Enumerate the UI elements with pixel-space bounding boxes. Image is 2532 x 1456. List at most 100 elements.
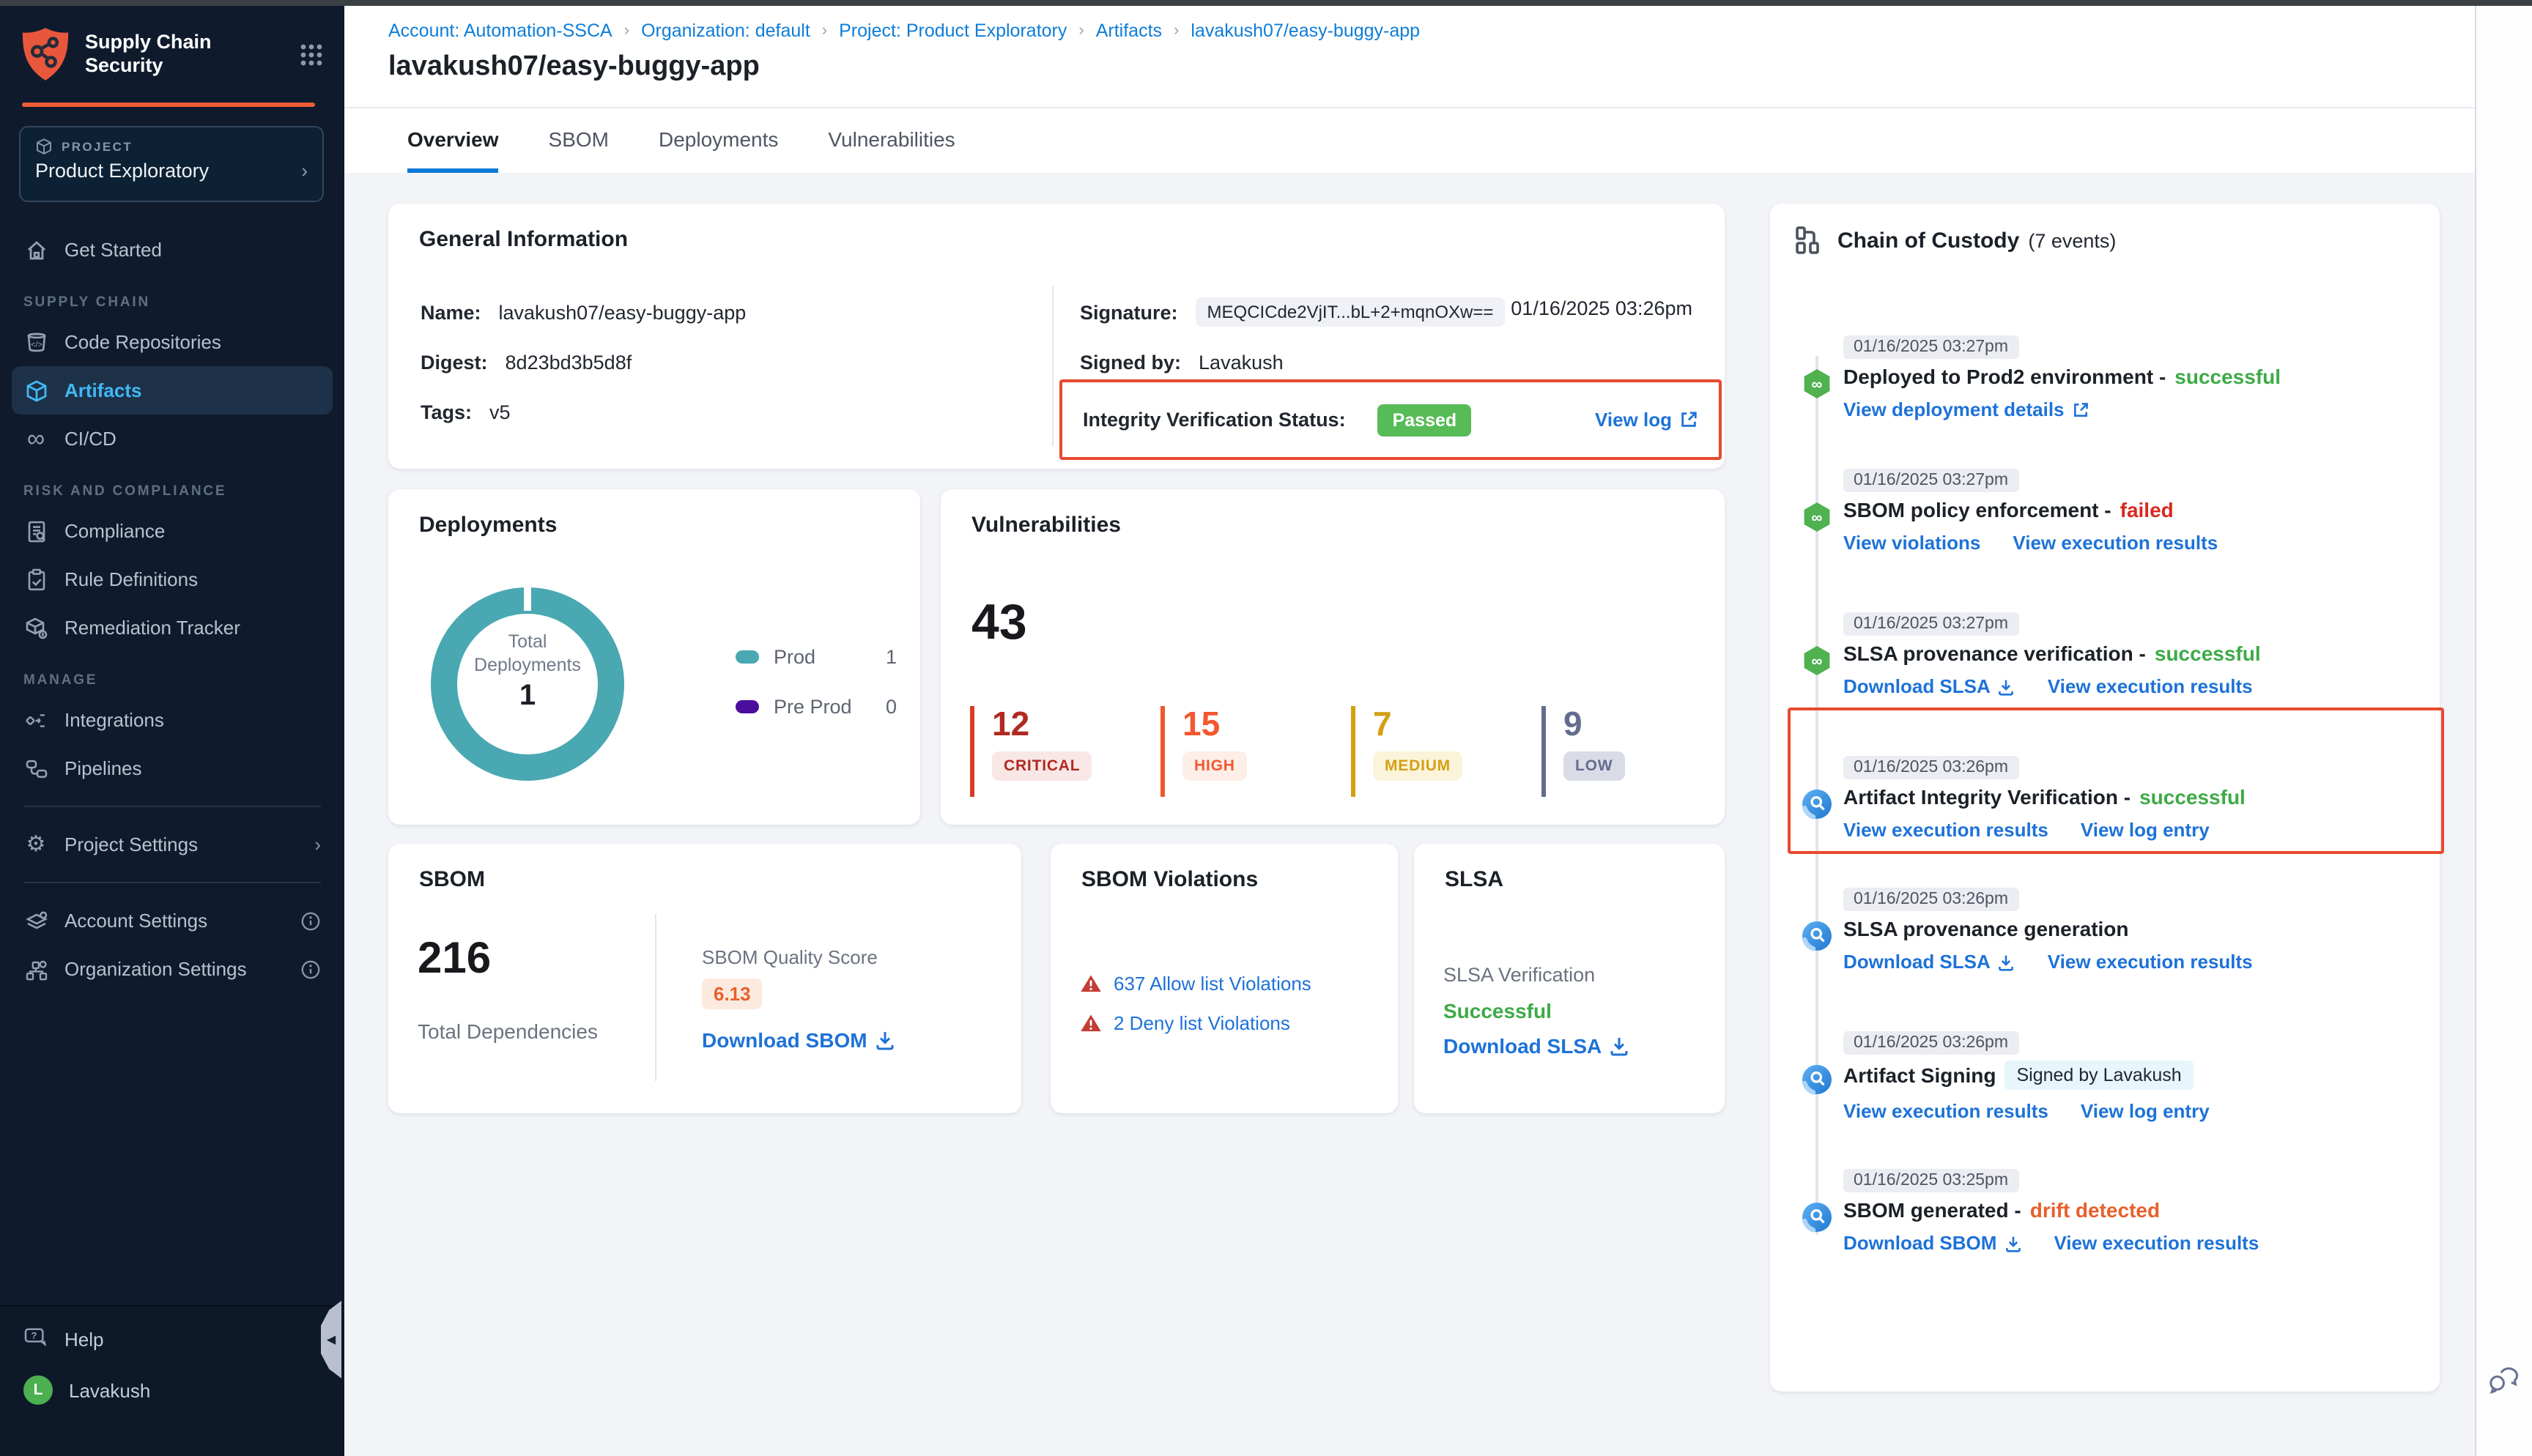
ssca-circle-icon xyxy=(1801,920,1833,952)
digest-row: Digest: 8d23bd3b5d8f xyxy=(421,347,632,376)
view-log-link[interactable]: View log xyxy=(1595,409,1698,431)
info-icon[interactable] xyxy=(300,910,321,931)
browser-chrome-bar xyxy=(0,0,2532,6)
sidebar-item-rule-definitions[interactable]: Rule Definitions xyxy=(0,555,344,603)
sidebar-item-compliance[interactable]: Compliance xyxy=(0,507,344,555)
compliance-doc-icon xyxy=(23,519,48,543)
download-slsa-link[interactable]: Download SLSA xyxy=(1443,1034,1629,1058)
download-icon xyxy=(1609,1036,1629,1056)
breadcrumb-organization[interactable]: Organization: default xyxy=(641,21,810,41)
legend-item-pre-prod: Pre Prod 0 xyxy=(736,696,897,716)
download-slsa-link[interactable]: Download SLSA xyxy=(1843,675,2015,697)
project-selector[interactable]: PROJECT Product Exploratory › xyxy=(19,126,324,202)
prod-swatch xyxy=(736,650,759,663)
donut-center-label: Total Deployments 1 xyxy=(440,630,615,713)
user-menu[interactable]: L Lavakush xyxy=(0,1352,344,1405)
sidebar-item-organization-settings[interactable]: Organization Settings xyxy=(0,945,344,993)
chevron-right-icon: › xyxy=(314,833,321,855)
event-slsa-provenance-generation: 01/16/2025 03:26pm SLSA provenance gener… xyxy=(1770,885,2440,973)
warning-triangle-icon xyxy=(1080,974,1102,993)
allow-list-violations-link[interactable]: 637 Allow list Violations xyxy=(1114,973,1311,995)
integrity-status-highlight-box: Integrity Verification Status: Passed Vi… xyxy=(1059,379,1722,460)
critical-badge: CRITICAL xyxy=(992,751,1092,781)
view-violations-link[interactable]: View violations xyxy=(1843,532,1980,554)
avatar: L xyxy=(23,1375,53,1405)
view-execution-results-link[interactable]: View execution results xyxy=(2048,951,2253,973)
vulnerabilities-card: Vulnerabilities 43 12 CRITICAL 15 HIGH 7… xyxy=(941,489,1725,825)
download-slsa-link[interactable]: Download SLSA xyxy=(1843,951,2015,973)
sidebar-item-account-settings[interactable]: Account Settings xyxy=(0,896,344,945)
view-execution-results-link[interactable]: View execution results xyxy=(1843,1100,2048,1122)
deny-list-violations-link[interactable]: 2 Deny list Violations xyxy=(1114,1012,1290,1034)
view-deployment-details-link[interactable]: View deployment details xyxy=(1843,398,2089,420)
sidebar-item-code-repositories[interactable]: </> Code Repositories xyxy=(0,318,344,366)
download-sbom-link[interactable]: Download SBOM xyxy=(702,1028,895,1052)
view-execution-results-link[interactable]: View execution results xyxy=(2013,532,2218,554)
chain-of-custody-header: Chain of Custody (7 events) xyxy=(1793,226,2116,255)
cd-hexagon-icon: ∞ xyxy=(1801,501,1833,533)
app-title: Supply Chain Security xyxy=(85,31,299,78)
event-timestamp: 01/16/2025 03:27pm xyxy=(1843,469,2018,492)
tab-sbom[interactable]: SBOM xyxy=(549,107,609,173)
warning-triangle-icon xyxy=(1080,1014,1102,1033)
divider xyxy=(23,806,321,807)
view-log-entry-link[interactable]: View log entry xyxy=(2081,819,2210,841)
infinity-icon: ∞ xyxy=(23,426,48,451)
help-button[interactable]: ? Help xyxy=(0,1307,344,1352)
sidebar-item-project-settings[interactable]: ⚙ Project Settings › xyxy=(0,820,344,869)
main-content: General Information Name: lavakush07/eas… xyxy=(344,173,2475,1456)
breadcrumb-project[interactable]: Project: Product Exploratory xyxy=(839,21,1067,41)
artifact-name: lavakush07/easy-buggy-app xyxy=(499,301,747,323)
project-name: Product Exploratory xyxy=(35,160,301,182)
svg-text:∞: ∞ xyxy=(1812,510,1823,527)
low-count: 9 xyxy=(1563,706,1624,741)
view-execution-results-link[interactable]: View execution results xyxy=(1843,819,2048,841)
event-timestamp: 01/16/2025 03:27pm xyxy=(1843,612,2018,636)
sidebar-footer: ? Help L Lavakush xyxy=(0,1305,344,1456)
event-slsa-provenance-verification: 01/16/2025 03:27pm ∞ SLSA provenance ver… xyxy=(1770,609,2440,697)
view-execution-results-link[interactable]: View execution results xyxy=(2048,675,2253,697)
chain-of-custody-icon xyxy=(1793,226,1823,255)
breadcrumb-account[interactable]: Account: Automation-SSCA xyxy=(388,21,612,41)
chain-of-custody-card: Chain of Custody (7 events) 01/16/2025 0… xyxy=(1770,204,2440,1392)
tab-overview[interactable]: Overview xyxy=(407,107,499,173)
account-settings-icon xyxy=(23,908,48,933)
event-timestamp: 01/16/2025 03:26pm xyxy=(1843,756,2018,779)
sidebar-item-integrations[interactable]: Integrations xyxy=(0,696,344,744)
sidebar-item-artifacts[interactable]: Artifacts xyxy=(12,366,333,415)
sidebar-nav: Get Started SUPPLY CHAIN </> Code Reposi… xyxy=(0,226,344,993)
sidebar-item-get-started[interactable]: Get Started xyxy=(0,226,344,274)
event-sbom-policy-enforcement: 01/16/2025 03:27pm ∞ SBOM policy enforce… xyxy=(1770,466,2440,554)
home-icon xyxy=(23,237,48,262)
breadcrumb-artifacts[interactable]: Artifacts xyxy=(1096,21,1162,41)
artifact-tags: v5 xyxy=(489,401,511,423)
medium-count: 7 xyxy=(1373,706,1462,741)
deployments-card: Deployments Total Deployments 1 Prod 1 P… xyxy=(388,489,920,825)
svg-text:?: ? xyxy=(31,1330,37,1341)
signature-timestamp: 01/16/2025 03:26pm xyxy=(1511,297,1692,319)
view-execution-results-link[interactable]: View execution results xyxy=(2054,1232,2259,1254)
download-sbom-link[interactable]: Download SBOM xyxy=(1843,1232,2021,1254)
view-log-entry-link[interactable]: View log entry xyxy=(2081,1100,2210,1122)
pre-prod-count: 0 xyxy=(886,695,897,717)
page-header: Account: Automation-SSCA › Organization:… xyxy=(344,6,2475,173)
tab-deployments[interactable]: Deployments xyxy=(659,107,778,173)
signature-value[interactable]: MEQCICde2VjIT...bL+2+mqnOXw== xyxy=(1196,297,1506,327)
page-title: lavakush07/easy-buggy-app xyxy=(388,51,760,83)
sbom-quality-score-label: SBOM Quality Score xyxy=(702,946,878,968)
sidebar-item-cicd[interactable]: ∞ CI/CD xyxy=(0,415,344,463)
chat-support-icon[interactable] xyxy=(2488,1365,2520,1394)
integrity-status-badge: Passed xyxy=(1378,404,1472,436)
sidebar-item-pipelines[interactable]: Pipelines xyxy=(0,744,344,792)
cd-hexagon-icon: ∞ xyxy=(1801,368,1833,400)
svg-text:∞: ∞ xyxy=(1812,376,1823,393)
tab-vulnerabilities[interactable]: Vulnerabilities xyxy=(828,107,955,173)
info-icon[interactable] xyxy=(300,959,321,979)
breadcrumb-current[interactable]: lavakush07/easy-buggy-app xyxy=(1191,21,1420,41)
breadcrumb: Account: Automation-SSCA › Organization:… xyxy=(388,18,1420,44)
module-grid-icon[interactable] xyxy=(299,42,324,67)
section-supply-chain: SUPPLY CHAIN xyxy=(0,274,344,318)
sidebar-item-remediation-tracker[interactable]: Remediation Tracker xyxy=(0,603,344,652)
pre-prod-swatch xyxy=(736,699,759,713)
svg-text:</>: </> xyxy=(30,340,42,349)
